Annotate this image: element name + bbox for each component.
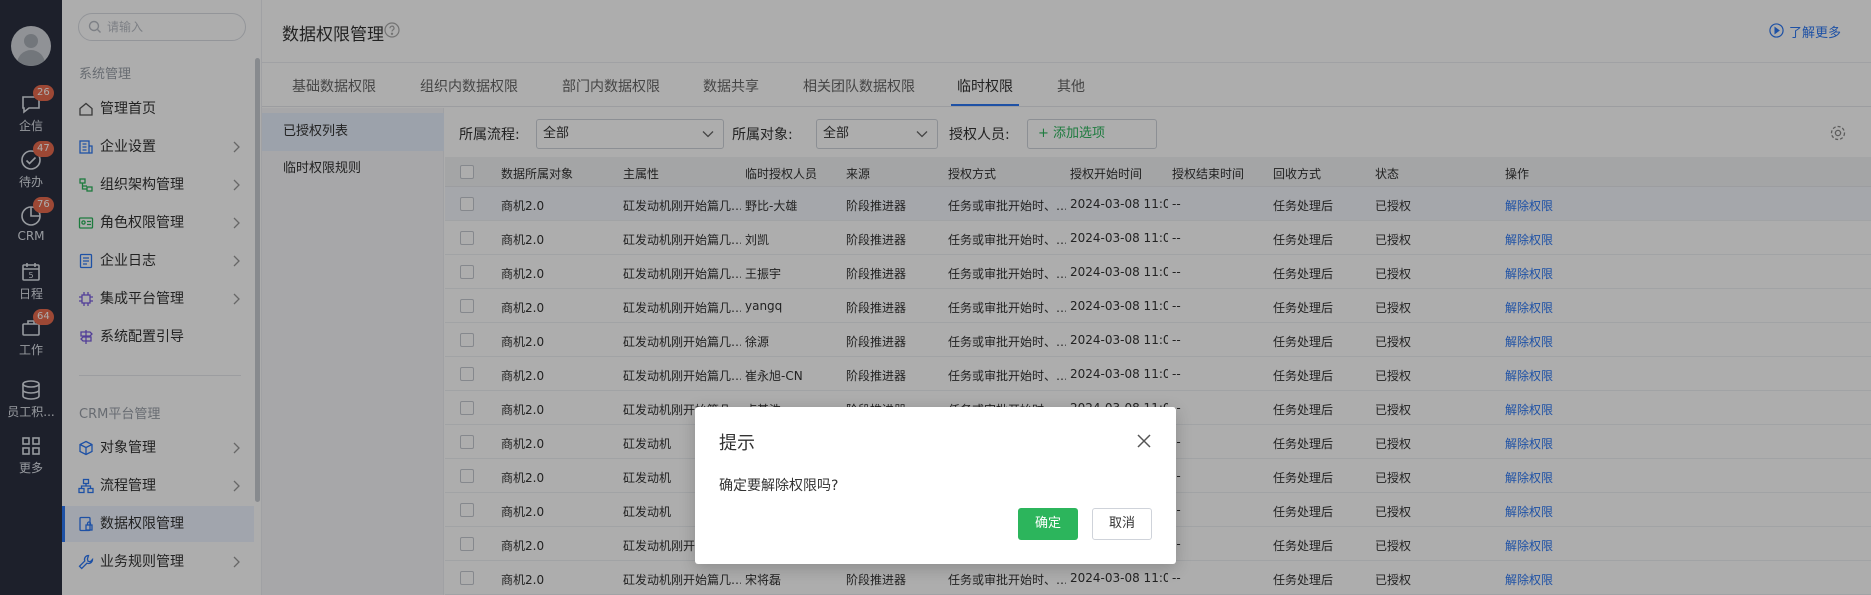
confirm-button[interactable]: 确定 [1018, 508, 1078, 540]
confirm-dialog: 提示 确定要解除权限吗? 确定 取消 [695, 407, 1176, 564]
close-icon[interactable] [1136, 433, 1152, 449]
cancel-button[interactable]: 取消 [1092, 508, 1152, 540]
dialog-title: 提示 [719, 433, 755, 454]
dialog-message: 确定要解除权限吗? [719, 478, 839, 494]
